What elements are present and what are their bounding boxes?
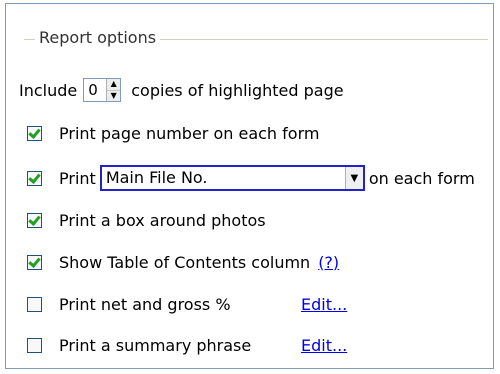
option-print-field[interactable]: Print Main File No. ▼ on each form <box>27 164 475 192</box>
include-suffix: copies of highlighted page <box>131 80 344 100</box>
up-arrow-icon[interactable]: ▲ <box>107 79 121 91</box>
group-legend: Report options <box>35 26 161 50</box>
report-options-panel: Report options Include 0 ▲ ▼ copies of h… <box>5 3 494 369</box>
option-box-photos[interactable]: Print a box around photos <box>27 206 266 234</box>
include-label: Include <box>19 80 78 100</box>
option-toc[interactable]: Show Table of Contents column (?) <box>27 248 339 276</box>
print-field-suffix: on each form <box>368 168 475 188</box>
field-select[interactable]: Main File No. ▼ <box>99 165 365 191</box>
page-number-checkbox[interactable] <box>27 125 42 141</box>
net-gross-checkbox[interactable] <box>27 296 42 312</box>
box-photos-checkbox[interactable] <box>27 212 42 228</box>
summary-edit-link[interactable]: Edit... <box>301 336 347 355</box>
net-gross-edit-link[interactable]: Edit... <box>301 295 347 314</box>
copies-stepper[interactable]: 0 ▲ ▼ <box>83 78 122 102</box>
option-net-gross[interactable]: Print net and gross % Edit... <box>27 290 347 318</box>
option-page-number[interactable]: Print page number on each form <box>27 119 319 147</box>
chevron-down-icon[interactable]: ▼ <box>344 167 363 189</box>
include-row: Include 0 ▲ ▼ copies of highlighted page <box>19 76 344 104</box>
option-summary[interactable]: Print a summary phrase Edit... <box>27 331 347 359</box>
print-field-label: Print <box>59 168 96 188</box>
summary-label: Print a summary phrase <box>59 335 252 355</box>
box-photos-label: Print a box around photos <box>59 210 266 230</box>
field-select-value: Main File No. <box>105 168 208 187</box>
summary-checkbox[interactable] <box>27 337 42 353</box>
stepper-buttons: ▲ ▼ <box>106 79 121 101</box>
toc-help-link[interactable]: (?) <box>318 253 339 272</box>
toc-checkbox[interactable] <box>27 254 42 270</box>
print-field-checkbox[interactable] <box>27 170 42 186</box>
toc-label: Show Table of Contents column <box>59 252 311 272</box>
copies-input[interactable]: 0 <box>84 79 106 101</box>
page-number-label: Print page number on each form <box>59 123 320 143</box>
down-arrow-icon[interactable]: ▼ <box>107 90 121 101</box>
net-gross-label: Print net and gross % <box>59 294 231 314</box>
